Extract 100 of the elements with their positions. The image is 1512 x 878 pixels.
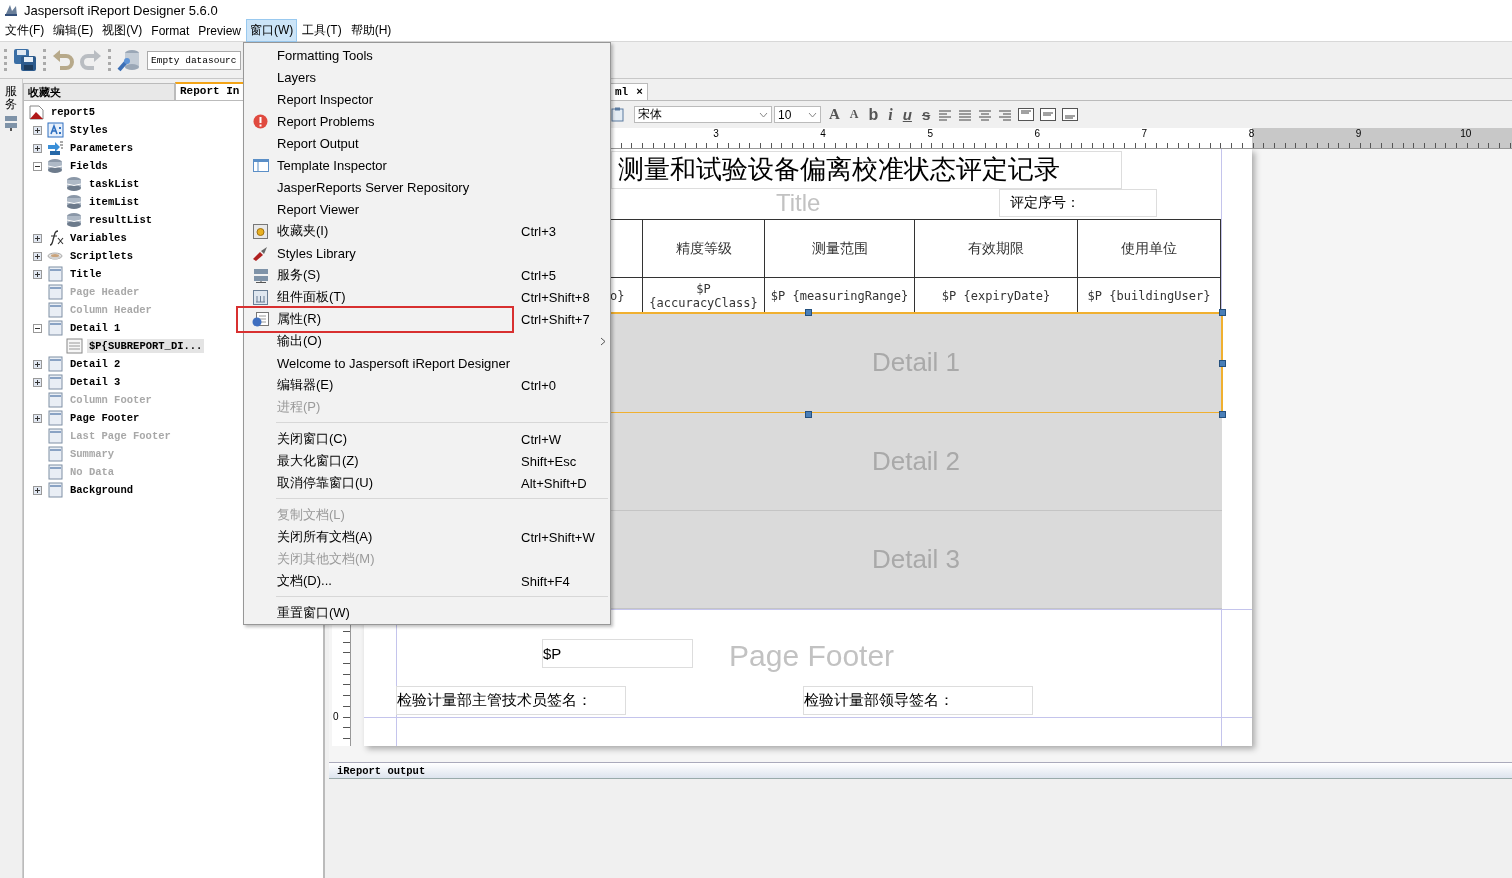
resize-handle[interactable] — [805, 309, 812, 316]
menu-item[interactable]: Welcome to Jaspersoft iReport Designer — [244, 352, 610, 374]
chevron-down-icon[interactable] — [808, 111, 817, 118]
tree-item[interactable]: Styles — [68, 123, 110, 137]
list-element-icon — [66, 338, 83, 354]
menu-item[interactable]: 组件面板(T) Ctrl+Shift+8 — [244, 286, 610, 308]
bold-button[interactable]: b — [866, 105, 881, 124]
report-title: 测量和试验设备偏离校准状态评定记录 — [611, 151, 1122, 189]
chevron-down-icon[interactable] — [759, 111, 768, 118]
menu-item[interactable]: Format — [147, 20, 194, 41]
database-icon — [47, 158, 64, 174]
tree-item[interactable]: taskList — [87, 177, 142, 191]
menu-item[interactable]: 最大化窗口(Z) Shift+Esc — [244, 450, 610, 472]
menu-item[interactable]: 文件(F) — [1, 19, 49, 42]
menu-item[interactable]: JasperReports Server Repository — [244, 176, 610, 198]
tree-item[interactable]: Scriptlets — [68, 249, 135, 263]
report-icon — [28, 104, 45, 120]
tree-item[interactable]: Title — [68, 267, 104, 281]
tree-item[interactable]: Detail 2 — [68, 357, 123, 371]
plus-box-icon[interactable] — [33, 413, 42, 423]
tree-item[interactable]: Detail 3 — [68, 375, 123, 389]
plus-box-icon[interactable] — [33, 143, 42, 153]
resize-handle[interactable] — [1219, 309, 1226, 316]
font-dropdown[interactable]: 宋体 — [634, 106, 772, 123]
editor-tab[interactable]: ml × — [610, 83, 648, 100]
menu-item[interactable]: 帮助(H) — [346, 19, 396, 42]
tree-item[interactable]: Parameters — [68, 141, 135, 155]
tree-item[interactable]: Page Footer — [68, 411, 142, 425]
resize-handle[interactable] — [1219, 360, 1226, 367]
ruler-label: 8 — [1248, 128, 1255, 139]
menu-item[interactable]: 属性(R) Ctrl+Shift+7 — [244, 308, 610, 330]
menu-item[interactable]: 收藏夹(I) Ctrl+3 — [244, 220, 610, 242]
band-icon — [47, 320, 64, 336]
menu-item[interactable]: 取消停靠窗口(U) Alt+Shift+D — [244, 472, 610, 494]
grow-font-button[interactable]: A — [827, 106, 842, 123]
datasource-dropdown[interactable]: Empty datasourc — [147, 50, 241, 70]
menu-item[interactable]: 关闭窗口(C) Ctrl+W — [244, 428, 610, 450]
menu-item[interactable]: Layers — [244, 66, 610, 88]
menu-item[interactable]: 关闭所有文档(A) Ctrl+Shift+W — [244, 526, 610, 548]
menu-item[interactable]: 文档(D)... Shift+F4 — [244, 570, 610, 592]
menu-item[interactable]: Template Inspector — [244, 154, 610, 176]
plus-box-icon[interactable] — [33, 359, 42, 369]
menu-item[interactable]: Styles Library — [244, 242, 610, 264]
italic-button[interactable]: i — [886, 105, 895, 124]
menu-item[interactable]: 输出(O) — [244, 330, 610, 352]
services-tab[interactable]: 服务 — [5, 85, 17, 112]
properties-icon — [252, 311, 269, 327]
plus-box-icon[interactable] — [33, 269, 42, 279]
brush-icon — [252, 245, 269, 261]
tree-item[interactable]: itemList — [87, 195, 142, 209]
close-tab-button[interactable]: × — [636, 86, 643, 98]
floppy-disk-icon[interactable] — [13, 48, 37, 72]
plus-box-icon[interactable] — [33, 377, 42, 387]
menu-item[interactable]: Report Inspector — [244, 88, 610, 110]
band-icon — [47, 482, 64, 498]
menu-item[interactable]: Formatting Tools — [244, 44, 610, 66]
align-top-icon[interactable] — [1018, 108, 1035, 121]
panel-tab[interactable]: Report In — [175, 82, 245, 100]
minus-box-icon[interactable] — [33, 161, 42, 171]
band-icon — [47, 428, 64, 444]
signature-label: 检验计量部主管技术员签名： — [396, 686, 626, 715]
align-middle-icon[interactable] — [1040, 108, 1057, 121]
panel-tab[interactable]: 收藏夹 — [23, 83, 175, 100]
menu-item[interactable]: 窗口(W) — [246, 19, 298, 42]
menu-item[interactable]: 服务(S) Ctrl+5 — [244, 264, 610, 286]
minus-box-icon[interactable] — [33, 323, 42, 333]
band-label: Title — [776, 189, 821, 217]
menu-item[interactable]: Report Viewer — [244, 198, 610, 220]
menu-item[interactable]: Report Output — [244, 132, 610, 154]
tree-item[interactable]: Background — [68, 483, 135, 497]
database-icon — [66, 176, 83, 192]
resize-handle[interactable] — [1219, 411, 1226, 418]
plus-box-icon[interactable] — [33, 485, 42, 495]
tree-item[interactable]: Detail 1 — [68, 321, 123, 335]
menu-item[interactable]: 工具(T) — [298, 19, 346, 42]
plus-box-icon[interactable] — [33, 233, 42, 243]
database-icon — [66, 194, 83, 210]
align-bottom-icon[interactable] — [1062, 108, 1079, 121]
tree-item[interactable]: Variables — [68, 231, 129, 245]
font-size-dropdown[interactable]: 10 — [774, 106, 821, 123]
plus-box-icon[interactable] — [33, 251, 42, 261]
shrink-font-button[interactable]: A — [847, 107, 861, 122]
strikethrough-button[interactable]: s — [919, 106, 933, 123]
menu-item[interactable]: 编辑器(E) Ctrl+0 — [244, 374, 610, 396]
tree-item[interactable]: resultList — [87, 213, 154, 227]
tree-item[interactable]: Fields — [68, 159, 110, 173]
underline-button[interactable]: u — [900, 106, 914, 123]
menu-item[interactable]: Preview — [194, 20, 246, 41]
plus-box-icon[interactable] — [33, 125, 42, 135]
database-icon[interactable] — [117, 48, 141, 72]
tree-item[interactable]: report5 — [49, 105, 98, 119]
menu-item[interactable]: 视图(V) — [98, 19, 147, 42]
server-icon[interactable] — [4, 115, 18, 132]
menu-item[interactable]: Report Problems — [244, 110, 610, 132]
clipboard-icon[interactable] — [611, 107, 624, 122]
ruler-label: 3 — [713, 128, 719, 139]
tree-item[interactable]: $P{SUBREPORT_DI... — [87, 339, 205, 353]
resize-handle[interactable] — [805, 411, 812, 418]
menu-item[interactable]: 重置窗口(W) — [244, 602, 610, 624]
menu-item[interactable]: 编辑(E) — [49, 19, 98, 42]
